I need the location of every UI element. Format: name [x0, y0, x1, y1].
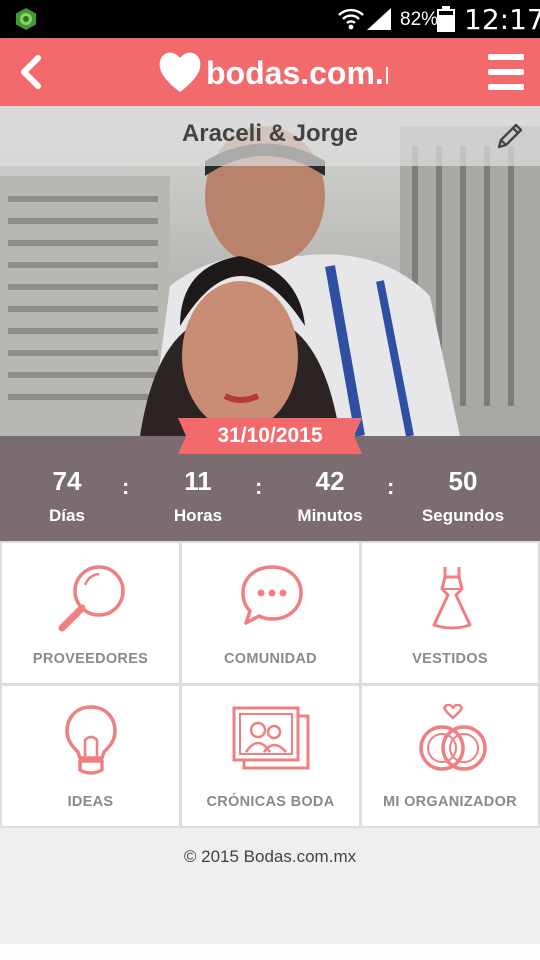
wedding-date: 31/10/2015: [217, 424, 323, 447]
battery-icon: [437, 6, 455, 32]
tile-label: CRÓNICAS BODA: [206, 794, 335, 810]
wifi-icon: [338, 8, 364, 30]
chat-bubble-icon: [241, 565, 303, 625]
couple-title-bar: Araceli & Jorge: [0, 106, 540, 166]
battery-percent: 82%: [400, 9, 439, 30]
menu-tile-cronicas-boda[interactable]: CRÓNICAS BODA: [182, 686, 359, 826]
menu-grid: PROVEEDORES COMUNIDAD VESTIDOS IDEAS CRÓ…: [0, 541, 540, 828]
bodas-logo[interactable]: bodas.com.mx: [158, 46, 388, 98]
back-button[interactable]: [12, 50, 52, 94]
pencil-icon[interactable]: [494, 120, 526, 152]
rings-icon: [419, 704, 487, 771]
magnifier-icon: [58, 565, 125, 632]
hours-label: Horas: [173, 506, 223, 525]
days-label: Días: [49, 506, 85, 525]
photos-icon: [232, 706, 310, 770]
minutes-label: Minutos: [297, 506, 363, 525]
seconds-value: 50: [448, 466, 478, 496]
countdown-separator: :: [122, 474, 130, 499]
couple-photo: Araceli & Jorge: [0, 106, 540, 436]
tile-label: VESTIDOS: [412, 651, 488, 667]
tile-label: PROVEEDORES: [32, 651, 149, 667]
app-bar: bodas.com.mx: [0, 38, 540, 106]
minutes-value: 42: [315, 466, 345, 496]
menu-tile-ideas[interactable]: IDEAS: [2, 686, 179, 826]
countdown-seconds: 50 Segundos: [396, 466, 530, 526]
days-value: 74: [52, 466, 82, 496]
menu-tile-vestidos[interactable]: VESTIDOS: [362, 543, 538, 683]
bottom-strip: [0, 944, 540, 960]
signal-icon: [367, 8, 391, 30]
countdown-separator: :: [255, 474, 263, 499]
countdown-hours: 11 Horas: [131, 466, 265, 526]
hours-value: 11: [184, 466, 212, 496]
app-notification-icon: [16, 8, 36, 30]
countdown-minutes: 42 Minutos: [263, 466, 397, 526]
tile-label: IDEAS: [67, 794, 114, 810]
menu-tile-proveedores[interactable]: PROVEEDORES: [2, 543, 179, 683]
logo-text: bodas.com.mx: [206, 55, 388, 91]
menu-tile-mi-organizador[interactable]: MI ORGANIZADOR: [362, 686, 538, 826]
status-bar: 82% 12:17: [0, 0, 540, 38]
menu-tile-comunidad[interactable]: COMUNIDAD: [182, 543, 359, 683]
tile-label: MI ORGANIZADOR: [383, 794, 517, 810]
countdown-days: 74 Días: [0, 466, 134, 526]
countdown-separator: :: [387, 474, 395, 499]
status-clock: 12:17: [464, 3, 540, 36]
footer: © 2015 Bodas.com.mx: [0, 828, 540, 944]
seconds-label: Segundos: [421, 506, 505, 525]
copyright-text: © 2015 Bodas.com.mx: [183, 847, 357, 866]
hamburger-menu-icon[interactable]: [486, 52, 526, 92]
couple-name: Araceli & Jorge: [181, 120, 359, 147]
dress-icon: [432, 567, 472, 630]
tile-label: COMUNIDAD: [224, 651, 317, 667]
lightbulb-icon: [65, 705, 117, 775]
